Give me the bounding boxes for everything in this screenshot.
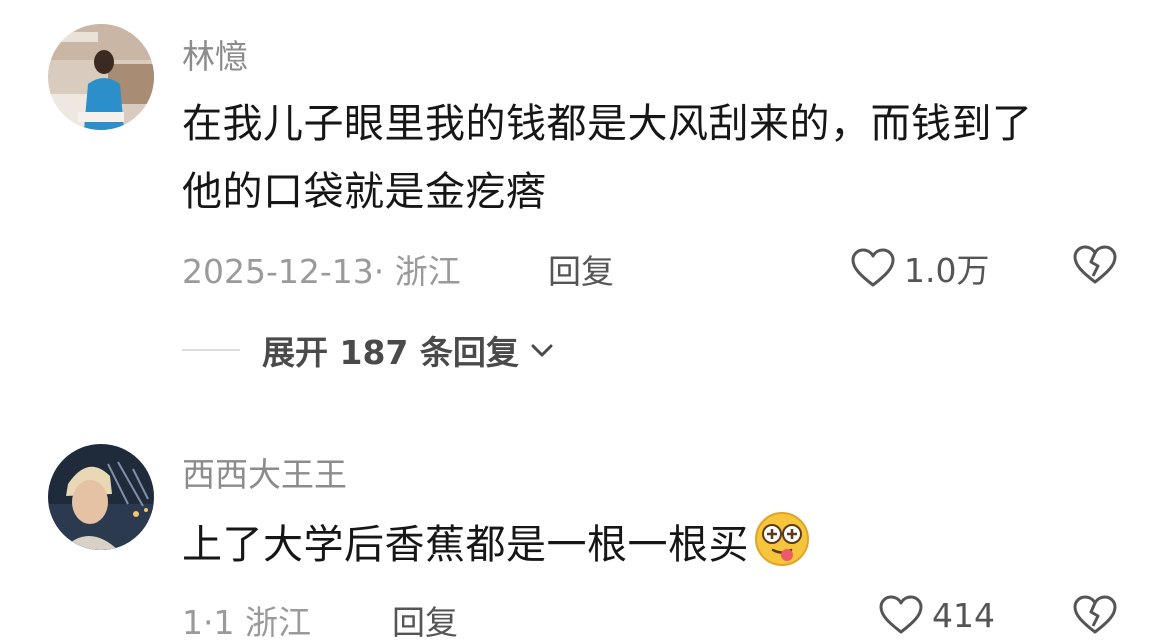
like-count: 1.0万 <box>904 251 990 290</box>
dislike-button[interactable] <box>1072 244 1118 290</box>
divider <box>182 349 240 351</box>
broken-heart-icon <box>1073 245 1117 284</box>
comment-date-location: 1·1 浙江 <box>182 603 311 642</box>
like-button[interactable]: 1.0万 <box>850 244 989 292</box>
like-button[interactable]: 414 <box>878 594 995 636</box>
comment-text-line: 在我儿子眼里我的钱都是大风刮来的，而钱到了 <box>182 101 1033 147</box>
comment-date-location: 2025-12-13· 浙江 <box>182 252 461 291</box>
comment-text: 在我儿子眼里我的钱都是大风刮来的，而钱到了 他的口袋就是金疙瘩 <box>182 90 1132 226</box>
heart-outline-icon <box>879 595 923 634</box>
dizzy-tongue-emoji-icon <box>755 512 809 566</box>
dislike-button[interactable] <box>1072 594 1118 640</box>
comment-text-line: 他的口袋就是金疙瘩 <box>182 169 547 215</box>
username[interactable]: 西西大王王 <box>182 448 347 496</box>
chevron-down-icon <box>531 344 553 357</box>
reply-button[interactable]: 回复 <box>548 245 614 293</box>
username[interactable]: 林憶 <box>182 30 248 78</box>
comment-text: 上了大学后香蕉都是一根一根买 <box>182 510 1132 579</box>
avatar-image <box>48 444 154 550</box>
reply-button[interactable]: 回复 <box>392 596 458 644</box>
avatar[interactable] <box>48 24 154 130</box>
avatar[interactable] <box>48 444 154 550</box>
broken-heart-icon <box>1073 595 1117 634</box>
heart-outline-icon <box>851 248 895 287</box>
expand-replies-button[interactable]: 展开 187 条回复 <box>182 326 555 374</box>
expand-replies-label: 展开 187 条回复 <box>262 333 519 372</box>
comment-text-line: 上了大学后香蕉都是一根一根买 <box>182 522 749 568</box>
avatar-image <box>48 24 154 130</box>
like-count: 414 <box>932 595 995 635</box>
